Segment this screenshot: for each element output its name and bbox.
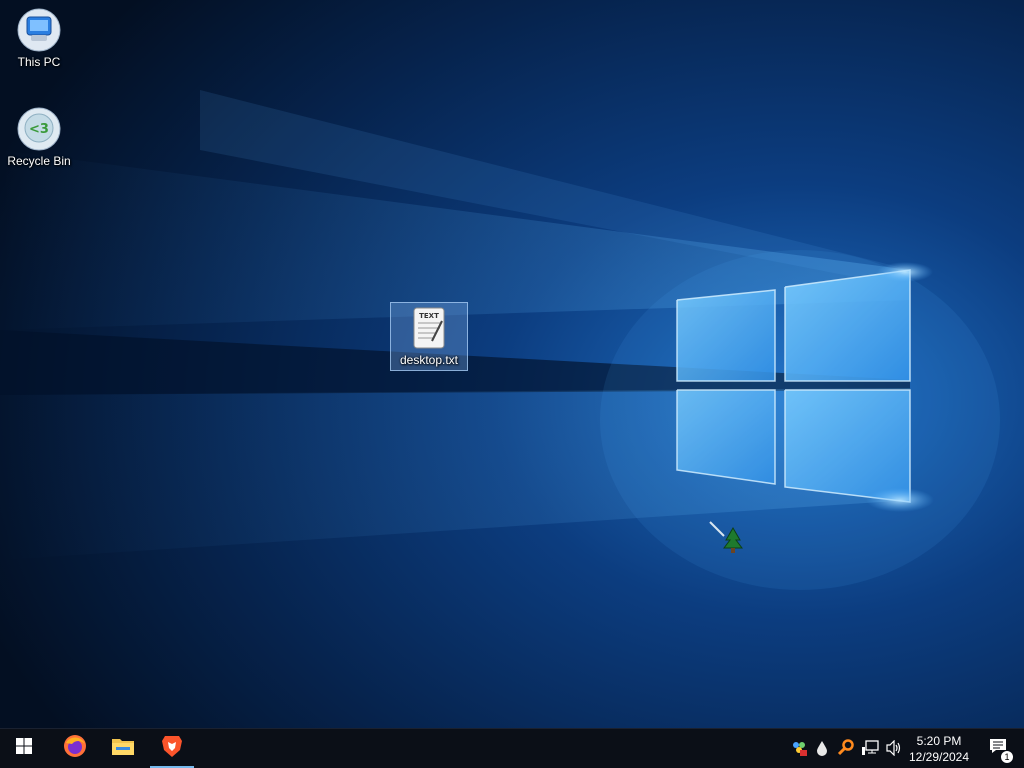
firefox-icon	[63, 734, 87, 763]
folder-icon	[111, 735, 135, 762]
svg-text:<3: <3	[29, 122, 49, 137]
taskbar: 5:20 PM 12/29/2024 1	[0, 728, 1024, 768]
clock-time: 5:20 PM	[916, 734, 962, 748]
tree-cursor-icon	[708, 520, 744, 561]
computer-icon	[1, 7, 77, 53]
action-center-button[interactable]: 1	[978, 729, 1018, 768]
network-tools-icon[interactable]	[790, 739, 808, 757]
recycle-bin-icon: <3	[1, 106, 77, 152]
windows-logo-icon	[16, 738, 32, 759]
network-icon[interactable]	[861, 739, 879, 757]
search-key-icon[interactable]	[837, 739, 855, 757]
desktop-icon-label: desktop.txt	[399, 353, 459, 367]
desktop-icon-recycle-bin[interactable]: <3 Recycle Bin	[0, 103, 78, 172]
taskbar-firefox-button[interactable]	[51, 729, 99, 768]
svg-text:TEXT: TEXT	[419, 312, 439, 320]
taskbar-clock[interactable]: 5:20 PM 12/29/2024	[900, 733, 978, 765]
taskbar-file-explorer-button[interactable]	[99, 729, 147, 768]
notification-count-badge: 1	[1000, 750, 1014, 764]
text-file-icon: TEXT	[391, 305, 467, 351]
desktop-icon-label: This PC	[17, 55, 61, 69]
desktop-icon-this-pc[interactable]: This PC	[0, 4, 78, 73]
taskbar-brave-button[interactable]	[148, 729, 196, 768]
start-button[interactable]	[0, 729, 48, 768]
brave-lion-icon	[161, 734, 183, 763]
desktop-icon-label: Recycle Bin	[7, 154, 71, 168]
desktop-icon-desktop-txt[interactable]: TEXT desktop.txt	[390, 302, 468, 371]
clock-date: 12/29/2024	[908, 750, 970, 764]
droplet-icon[interactable]	[813, 739, 831, 757]
desktop-wallpaper	[0, 0, 1024, 728]
